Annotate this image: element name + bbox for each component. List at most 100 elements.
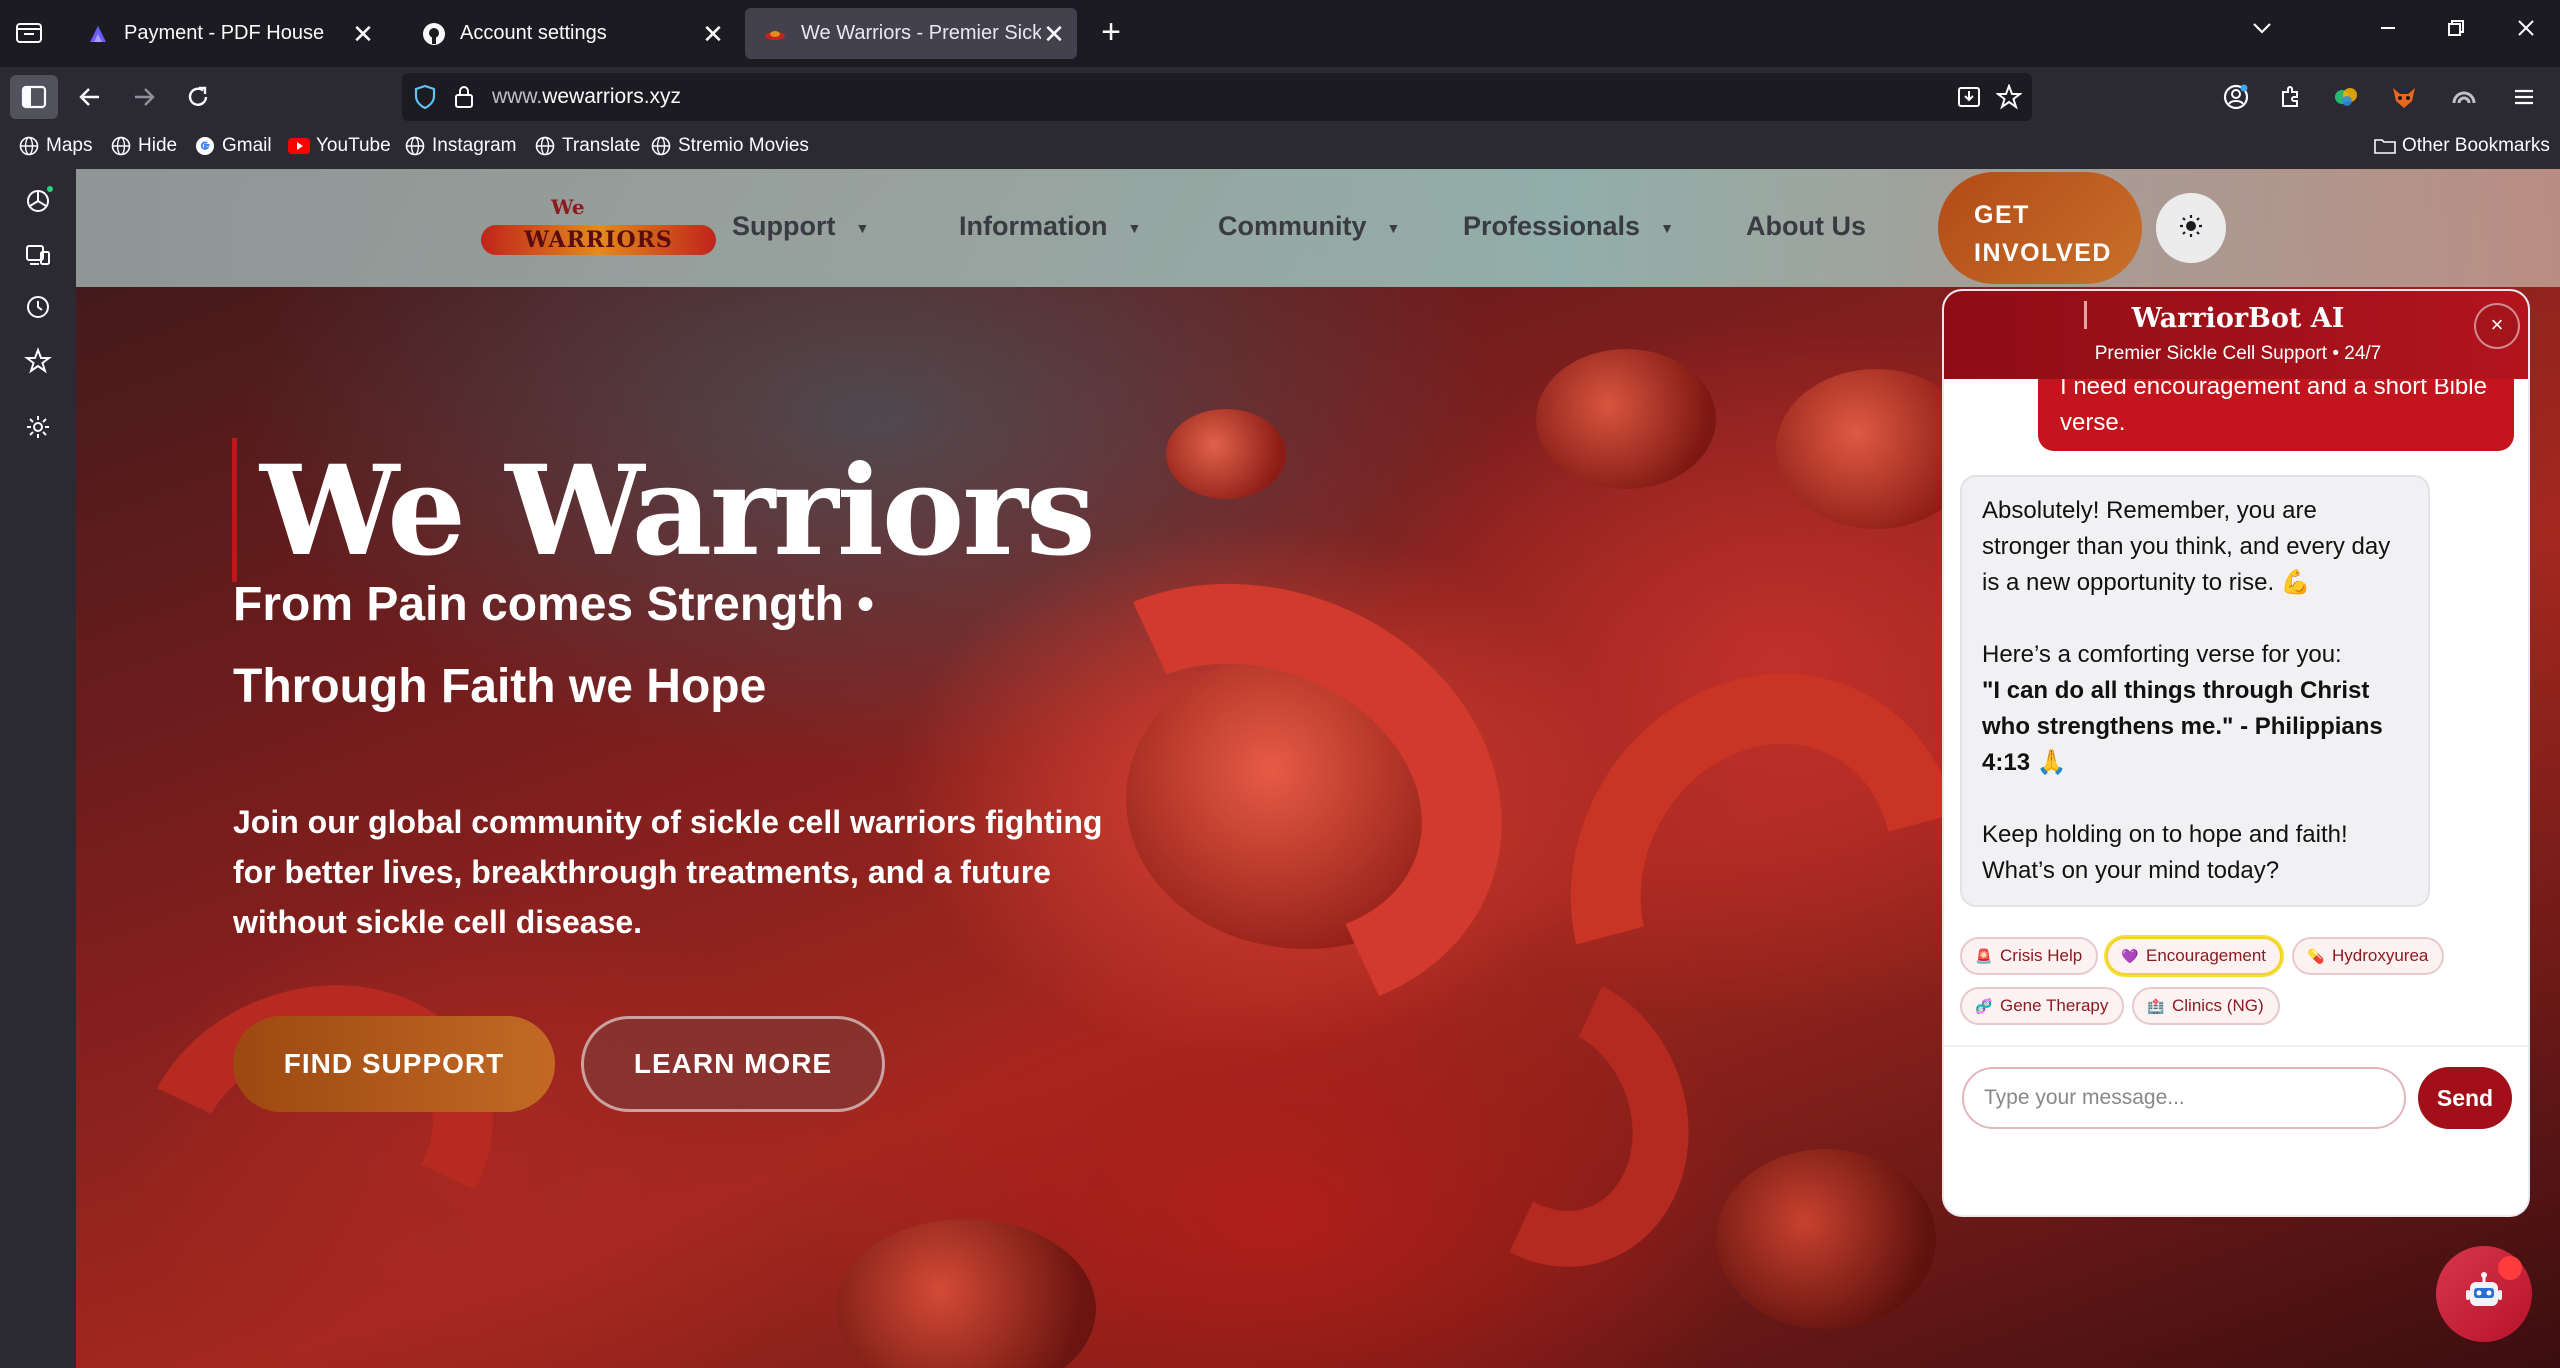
nav-label: Professionals — [1463, 211, 1641, 241]
chatgpt-icon[interactable] — [22, 185, 54, 217]
caret-down-icon: ▼ — [1127, 219, 1142, 236]
globe-icon — [18, 135, 40, 157]
bookmark-hide[interactable]: Hide — [110, 135, 177, 157]
theme-toggle-button[interactable] — [2156, 193, 2226, 263]
divider — [1944, 1045, 2528, 1047]
hero-title: We Warriors — [260, 439, 1096, 584]
minimize-icon[interactable] — [2368, 16, 2408, 47]
hospital-icon: 🏥 — [2147, 998, 2165, 1014]
caret-down-icon: ▼ — [1660, 219, 1674, 236]
chip-encouragement[interactable]: 💜 Encouragement — [2106, 937, 2283, 975]
tab-account-settings[interactable]: Account settings ✕ — [404, 8, 744, 59]
lock-icon[interactable] — [452, 84, 476, 115]
url-prefix: www. — [492, 85, 543, 108]
blood-cell-shape — [1536, 349, 1716, 489]
github-icon — [422, 22, 446, 46]
list-all-tabs-icon[interactable] — [2242, 16, 2282, 47]
forward-icon[interactable] — [126, 79, 162, 115]
chip-label: Gene Therapy — [2000, 996, 2109, 1015]
send-button[interactable]: Send — [2418, 1067, 2512, 1129]
bookmark-youtube[interactable]: YouTube — [288, 135, 391, 157]
bookmarks-star-icon[interactable] — [22, 345, 54, 377]
tracking-protection-shield-icon[interactable] — [412, 84, 438, 115]
chatbot-launcher-button[interactable] — [2436, 1246, 2532, 1342]
history-icon[interactable] — [22, 291, 54, 323]
other-bookmarks[interactable]: Other Bookmarks — [2374, 135, 2550, 157]
get-involved-button[interactable]: GET INVOLVED — [1938, 172, 2142, 284]
save-to-pocket-icon[interactable] — [1956, 84, 1982, 115]
close-tab-icon[interactable]: ✕ — [350, 21, 376, 47]
chip-crisis-help[interactable]: 🚨 Crisis Help — [1960, 937, 2099, 975]
vpn-icon[interactable] — [2446, 79, 2482, 115]
bookmark-instagram[interactable]: Instagram — [404, 135, 516, 157]
menu-icon[interactable] — [2506, 79, 2542, 115]
globe-icon — [534, 135, 556, 157]
nav-professionals[interactable]: Professionals ▼ — [1463, 211, 1674, 242]
wewarriors-icon — [763, 22, 787, 46]
bookmark-label: Maps — [46, 135, 93, 156]
bookmarks-toolbar: Maps Hide Gmail YouTube Instagram Transl… — [0, 127, 2560, 169]
youtube-icon — [288, 135, 310, 157]
bot-message-paragraph: Here’s a comforting verse for you: — [1982, 641, 2342, 668]
settings-gear-icon[interactable] — [22, 411, 54, 443]
bible-verse: "I can do all things through Christ who … — [1982, 677, 2383, 776]
bookmark-label: Hide — [138, 135, 178, 156]
synced-tabs-icon[interactable] — [22, 239, 54, 271]
bookmark-label: Translate — [562, 135, 641, 156]
navigation-toolbar: www.wewarriors.xyz — [0, 67, 2560, 127]
bot-message-paragraph: Keep holding on to hope and faith! What’… — [1982, 821, 2348, 884]
tab-we-warriors[interactable]: We Warriors - Premier Sickle Ce ✕ — [745, 8, 1077, 59]
find-support-button[interactable]: FIND SUPPORT — [233, 1016, 555, 1112]
sidebar-toggle-button[interactable] — [10, 75, 58, 119]
close-tab-icon[interactable]: ✕ — [1041, 21, 1067, 47]
restore-icon[interactable] — [2436, 16, 2476, 47]
url-text[interactable]: www.wewarriors.xyz — [492, 85, 681, 109]
blood-cell-shape — [1166, 409, 1286, 499]
chat-messages: I need encouragement and a short Bible v… — [1944, 355, 2528, 1201]
back-icon[interactable] — [72, 79, 108, 115]
learn-more-button[interactable]: LEARN MORE — [581, 1016, 885, 1112]
we-warriors-logo[interactable]: We WARRIORS — [481, 195, 716, 265]
chip-hydroxyurea[interactable]: 💊 Hydroxyurea — [2292, 937, 2445, 975]
bot-message-paragraph: Absolutely! Remember, you are stronger t… — [1982, 497, 2391, 596]
nav-information[interactable]: Information ▼ — [959, 211, 1141, 242]
bot-message: Absolutely! Remember, you are stronger t… — [1960, 475, 2430, 907]
sun-icon — [2178, 213, 2204, 244]
chat-subtitle: Premier Sickle Cell Support • 24/7 — [2094, 343, 2382, 364]
new-tab-button[interactable]: + — [1094, 15, 1128, 50]
chip-clinics-ng[interactable]: 🏥 Clinics (NG) — [2132, 987, 2280, 1025]
reload-icon[interactable] — [180, 79, 216, 115]
tab-payment-pdf-house[interactable]: Payment - PDF House ✕ — [68, 8, 394, 59]
bookmark-stremio-movies[interactable]: Stremio Movies — [650, 135, 809, 157]
globe-icon — [404, 135, 426, 157]
bookmark-gmail[interactable]: Gmail — [194, 135, 272, 157]
bookmark-label: Other Bookmarks — [2402, 135, 2550, 156]
bookmark-maps[interactable]: Maps — [18, 135, 92, 157]
bookmark-translate[interactable]: Translate — [534, 135, 641, 157]
nav-about-us[interactable]: About Us — [1746, 211, 1866, 242]
globe-icon — [650, 135, 672, 157]
google-icon — [194, 135, 216, 157]
colorful-extension-icon[interactable] — [2328, 79, 2364, 115]
chip-label: Crisis Help — [2000, 946, 2083, 965]
caret-down-icon: ▼ — [1386, 219, 1401, 236]
chip-label: Hydroxyurea — [2332, 946, 2429, 965]
globe-icon — [110, 135, 132, 157]
nav-community[interactable]: Community ▼ — [1218, 211, 1400, 242]
tab-list-icon[interactable] — [14, 18, 44, 48]
bookmark-label: Stremio Movies — [678, 135, 809, 156]
url-bar[interactable]: www.wewarriors.xyz — [402, 73, 2032, 121]
chip-gene-therapy[interactable]: 🧬 Gene Therapy — [1960, 987, 2125, 1025]
bookmark-star-icon[interactable] — [1995, 83, 2023, 115]
nav-support[interactable]: Support ▼ — [732, 211, 869, 242]
close-tab-icon[interactable]: ✕ — [700, 21, 726, 47]
nav-label: Community — [1218, 211, 1367, 241]
account-icon[interactable] — [2218, 79, 2254, 115]
pdfhouse-icon — [86, 22, 110, 46]
blood-cell-shape — [1716, 1149, 1936, 1329]
close-chat-button[interactable]: × — [2474, 303, 2520, 349]
close-window-icon[interactable] — [2506, 16, 2546, 47]
extensions-icon[interactable] — [2272, 79, 2308, 115]
fox-extension-icon[interactable] — [2386, 79, 2422, 115]
chat-message-input[interactable] — [1962, 1067, 2406, 1129]
